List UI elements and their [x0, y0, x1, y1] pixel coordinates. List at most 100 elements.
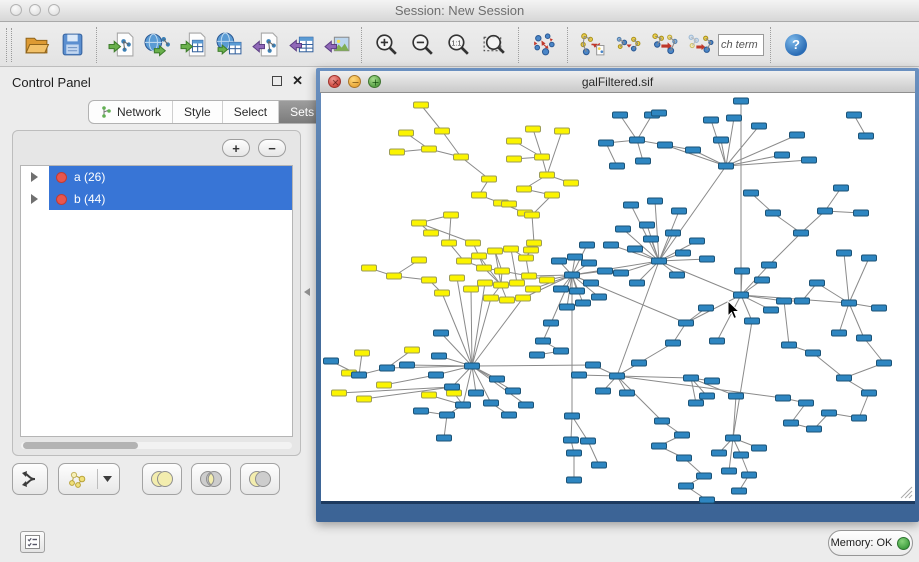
graph-node-blue[interactable]	[567, 477, 582, 483]
graph-node-blue[interactable]	[832, 330, 847, 336]
graph-node-blue[interactable]	[576, 300, 591, 306]
graph-node-blue[interactable]	[630, 280, 645, 286]
graph-node-blue[interactable]	[613, 112, 628, 118]
graph-node-blue[interactable]	[599, 140, 614, 146]
graph-node-blue[interactable]	[502, 412, 517, 418]
graph-node-blue[interactable]	[686, 147, 701, 153]
graph-node-yellow[interactable]	[472, 253, 487, 259]
graph-node-blue[interactable]	[672, 208, 687, 214]
graph-node-blue[interactable]	[794, 230, 809, 236]
graph-node-blue[interactable]	[854, 210, 869, 216]
graph-node-blue[interactable]	[572, 372, 587, 378]
graph-node-blue[interactable]	[437, 435, 452, 441]
graph-node-blue[interactable]	[484, 400, 499, 406]
maximize-frame-icon[interactable]	[368, 75, 381, 88]
graph-node-blue[interactable]	[581, 438, 596, 444]
graph-node-blue[interactable]	[506, 388, 521, 394]
graph-node-yellow[interactable]	[495, 268, 510, 274]
graph-node-blue[interactable]	[732, 488, 747, 494]
apply-preferred-layout-button[interactable]	[525, 27, 561, 63]
graph-node-blue[interactable]	[530, 352, 545, 358]
save-session-button[interactable]	[54, 27, 90, 63]
graph-node-blue[interactable]	[552, 258, 567, 264]
graph-node-yellow[interactable]	[525, 212, 540, 218]
graph-node-blue[interactable]	[610, 163, 625, 169]
graph-node-blue[interactable]	[795, 298, 810, 304]
graph-node-blue[interactable]	[324, 358, 339, 364]
network-tool-1-button[interactable]	[574, 27, 610, 63]
graph-node-blue[interactable]	[414, 408, 429, 414]
help-button[interactable]: ?	[785, 34, 807, 56]
graph-node-yellow[interactable]	[422, 277, 437, 283]
graph-node-blue[interactable]	[872, 305, 887, 311]
graph-node-blue[interactable]	[712, 450, 727, 456]
graph-node-blue[interactable]	[700, 256, 715, 262]
graph-node-blue[interactable]	[734, 98, 749, 104]
close-frame-icon[interactable]	[328, 75, 341, 88]
zoom-selected-region-button[interactable]	[476, 27, 512, 63]
graph-node-yellow[interactable]	[545, 192, 560, 198]
graph-node-blue[interactable]	[684, 375, 699, 381]
graph-node-yellow[interactable]	[405, 347, 420, 353]
graph-node-blue[interactable]	[652, 443, 667, 449]
export-network-button[interactable]	[247, 27, 283, 63]
graph-node-yellow[interactable]	[362, 265, 377, 271]
graph-node-blue[interactable]	[764, 307, 779, 313]
close-panel-icon[interactable]: ✕	[292, 73, 303, 89]
search-input[interactable]	[718, 34, 764, 56]
graph-node-yellow[interactable]	[522, 273, 537, 279]
graph-node-blue[interactable]	[689, 400, 704, 406]
graph-node-blue[interactable]	[726, 435, 741, 441]
graph-node-blue[interactable]	[777, 298, 792, 304]
network-canvas[interactable]	[321, 93, 915, 504]
graph-node-yellow[interactable]	[540, 277, 555, 283]
graph-node-blue[interactable]	[704, 117, 719, 123]
import-network-web-button[interactable]	[139, 27, 175, 63]
graph-node-blue[interactable]	[490, 376, 505, 382]
zoom-window-icon[interactable]	[48, 4, 60, 16]
graph-node-blue[interactable]	[714, 137, 729, 143]
graph-node-yellow[interactable]	[482, 176, 497, 182]
graph-node-yellow[interactable]	[377, 382, 392, 388]
export-table-button[interactable]	[283, 27, 319, 63]
graph-node-yellow[interactable]	[507, 156, 522, 162]
graph-node-blue[interactable]	[632, 360, 647, 366]
graph-node-blue[interactable]	[852, 415, 867, 421]
graph-node-blue[interactable]	[666, 230, 681, 236]
graph-node-yellow[interactable]	[517, 186, 532, 192]
graph-node-blue[interactable]	[565, 413, 580, 419]
graph-node-blue[interactable]	[592, 462, 607, 468]
splitter-collapse-icon[interactable]	[304, 288, 310, 296]
minimize-window-icon[interactable]	[29, 4, 41, 16]
graph-node-blue[interactable]	[582, 260, 597, 266]
graph-node-yellow[interactable]	[524, 247, 539, 253]
graph-node-blue[interactable]	[710, 338, 725, 344]
graph-node-blue[interactable]	[434, 330, 449, 336]
graph-node-blue[interactable]	[670, 272, 685, 278]
graph-node-yellow[interactable]	[357, 396, 372, 402]
graph-node-blue[interactable]	[690, 238, 705, 244]
graph-node-blue[interactable]	[802, 157, 817, 163]
graph-node-blue[interactable]	[806, 350, 821, 356]
graph-node-yellow[interactable]	[454, 154, 469, 160]
task-history-button[interactable]	[20, 531, 45, 553]
graph-node-blue[interactable]	[628, 246, 643, 252]
difference-sets-button[interactable]	[240, 463, 280, 495]
graph-node-blue[interactable]	[554, 286, 569, 292]
intersect-sets-button[interactable]	[191, 463, 231, 495]
zoom-out-button[interactable]	[404, 27, 440, 63]
graph-node-blue[interactable]	[640, 222, 655, 228]
graph-node-yellow[interactable]	[516, 295, 531, 301]
resize-grip-icon[interactable]	[897, 483, 913, 499]
graph-node-blue[interactable]	[567, 450, 582, 456]
graph-node-blue[interactable]	[580, 242, 595, 248]
graph-node-yellow[interactable]	[488, 248, 503, 254]
graph-node-blue[interactable]	[766, 210, 781, 216]
network-window-titlebar[interactable]: galFiltered.sif	[320, 71, 915, 93]
graph-node-blue[interactable]	[560, 304, 575, 310]
graph-node-yellow[interactable]	[390, 149, 405, 155]
graph-node-blue[interactable]	[596, 388, 611, 394]
graph-node-blue[interactable]	[862, 390, 877, 396]
graph-node-yellow[interactable]	[442, 240, 457, 246]
graph-node-blue[interactable]	[679, 483, 694, 489]
